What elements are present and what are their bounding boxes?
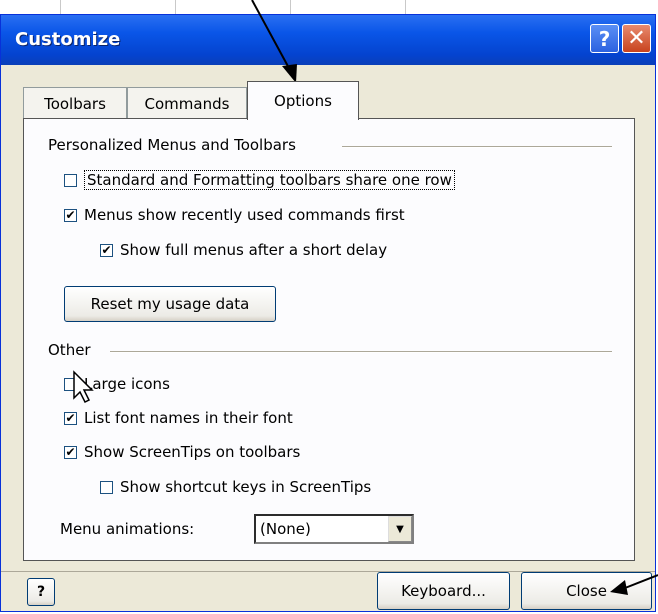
close-icon[interactable]: ✕: [622, 24, 651, 53]
checkbox-box: [64, 208, 77, 222]
select-value: (None): [260, 520, 311, 538]
button-label: Close: [566, 582, 607, 600]
recent-commands-checkbox[interactable]: Menus show recently used commands first: [64, 206, 405, 224]
menu-animations-label: Menu animations:: [60, 520, 195, 538]
full-menus-delay-checkbox[interactable]: Show full menus after a short delay: [100, 241, 387, 259]
options-panel: Personalized Menus and Toolbars Standard…: [23, 118, 635, 561]
window-title: Customize: [15, 29, 121, 50]
font-names-checkbox[interactable]: List font names in their font: [64, 409, 293, 427]
button-label: Reset my usage data: [90, 295, 250, 313]
checkbox-label: Show shortcut keys in ScreenTips: [120, 478, 372, 496]
checkbox-label: Standard and Formatting toolbars share o…: [84, 170, 455, 190]
checkbox-label: Large icons: [84, 375, 170, 393]
button-label: Keyboard...: [401, 582, 486, 600]
other-heading: Other: [48, 341, 91, 359]
shortcut-keys-checkbox[interactable]: Show shortcut keys in ScreenTips: [100, 478, 371, 496]
checkbox-box: [64, 173, 77, 187]
group-divider: [342, 146, 612, 148]
keyboard-button[interactable]: Keyboard...: [377, 572, 510, 610]
tab-options[interactable]: Options: [247, 81, 359, 120]
pointer-cursor-icon: [73, 370, 94, 404]
share-row-checkbox[interactable]: Standard and Formatting toolbars share o…: [64, 170, 455, 190]
checkbox-box: [64, 411, 77, 425]
checkbox-label: Show full menus after a short delay: [120, 241, 388, 259]
personalized-heading: Personalized Menus and Toolbars: [48, 136, 296, 154]
checkbox-box: [100, 480, 113, 494]
help-button-icon[interactable]: ?: [27, 578, 55, 606]
checkbox-label: List font names in their font: [84, 409, 293, 427]
checkbox-box: [100, 243, 113, 257]
dropdown-arrow-icon[interactable]: ▼: [388, 516, 412, 542]
tab-commands[interactable]: Commands: [127, 87, 247, 119]
title-bar[interactable]: Customize ? ✕: [1, 15, 655, 65]
checkbox-label: Show ScreenTips on toolbars: [84, 443, 301, 461]
group-divider: [110, 351, 612, 353]
menu-animations-select[interactable]: (None) ▼: [254, 514, 414, 544]
checkbox-box: [64, 445, 77, 459]
tab-label: Toolbars: [44, 94, 106, 113]
close-button[interactable]: Close: [521, 572, 652, 610]
reset-usage-button[interactable]: Reset my usage data: [64, 286, 276, 322]
customize-dialog: Customize ? ✕ Toolbars Commands Options …: [0, 14, 656, 612]
screentips-checkbox[interactable]: Show ScreenTips on toolbars: [64, 443, 300, 461]
tab-toolbars[interactable]: Toolbars: [23, 87, 127, 119]
checkbox-label: Menus show recently used commands first: [84, 206, 405, 224]
help-icon[interactable]: ?: [590, 24, 619, 53]
tab-label: Options: [274, 92, 332, 110]
tab-label: Commands: [144, 94, 230, 113]
